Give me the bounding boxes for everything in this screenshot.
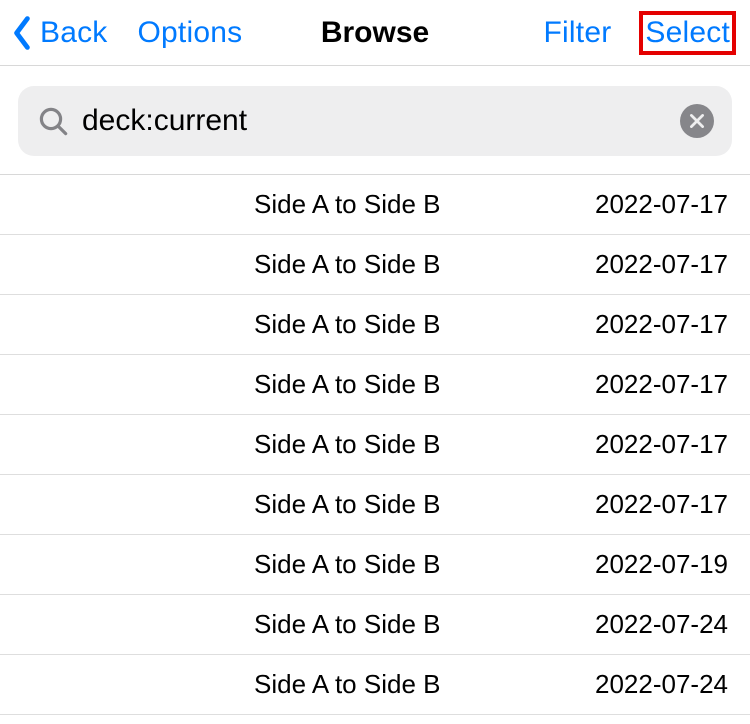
row-date: 2022-07-24 xyxy=(595,609,728,640)
select-button[interactable]: Select xyxy=(645,15,730,51)
row-label: Side A to Side B xyxy=(254,669,440,700)
row-date: 2022-07-17 xyxy=(595,369,728,400)
list-row[interactable]: Side A to Side B 2022-07-24 xyxy=(0,655,750,715)
list-row[interactable]: Side A to Side B 2022-07-17 xyxy=(0,295,750,355)
row-date: 2022-07-17 xyxy=(595,429,728,460)
row-date: 2022-07-17 xyxy=(595,249,728,280)
row-date: 2022-07-24 xyxy=(595,669,728,700)
search-input[interactable] xyxy=(82,104,680,138)
nav-right-group: Filter Select xyxy=(544,11,736,55)
options-button[interactable]: Options xyxy=(138,16,243,50)
list-row[interactable]: Side A to Side B 2022-07-17 xyxy=(0,175,750,235)
results-list: Side A to Side B 2022-07-17 Side A to Si… xyxy=(0,175,750,715)
select-button-highlight: Select xyxy=(639,11,736,55)
list-row[interactable]: Side A to Side B 2022-07-17 xyxy=(0,235,750,295)
list-row[interactable]: Side A to Side B 2022-07-19 xyxy=(0,535,750,595)
search-field[interactable] xyxy=(18,86,732,156)
row-label: Side A to Side B xyxy=(254,609,440,640)
back-button[interactable]: Back xyxy=(8,15,108,51)
clear-icon[interactable] xyxy=(680,104,714,138)
navbar: Back Options Browse Filter Select xyxy=(0,0,750,66)
list-row[interactable]: Side A to Side B 2022-07-17 xyxy=(0,475,750,535)
chevron-left-icon xyxy=(8,15,36,51)
list-row[interactable]: Side A to Side B 2022-07-17 xyxy=(0,415,750,475)
row-label: Side A to Side B xyxy=(254,549,440,580)
row-date: 2022-07-17 xyxy=(595,189,728,220)
row-label: Side A to Side B xyxy=(254,189,440,220)
filter-button[interactable]: Filter xyxy=(544,16,612,50)
list-row[interactable]: Side A to Side B 2022-07-24 xyxy=(0,595,750,655)
row-date: 2022-07-19 xyxy=(595,549,728,580)
search-icon xyxy=(36,104,70,138)
row-label: Side A to Side B xyxy=(254,309,440,340)
row-label: Side A to Side B xyxy=(254,489,440,520)
row-label: Side A to Side B xyxy=(254,429,440,460)
row-label: Side A to Side B xyxy=(254,369,440,400)
page-title: Browse xyxy=(321,16,429,50)
row-date: 2022-07-17 xyxy=(595,309,728,340)
back-label: Back xyxy=(40,16,108,50)
search-bar xyxy=(0,66,750,175)
list-row[interactable]: Side A to Side B 2022-07-17 xyxy=(0,355,750,415)
nav-left-group: Back Options xyxy=(8,15,242,51)
row-date: 2022-07-17 xyxy=(595,489,728,520)
row-label: Side A to Side B xyxy=(254,249,440,280)
